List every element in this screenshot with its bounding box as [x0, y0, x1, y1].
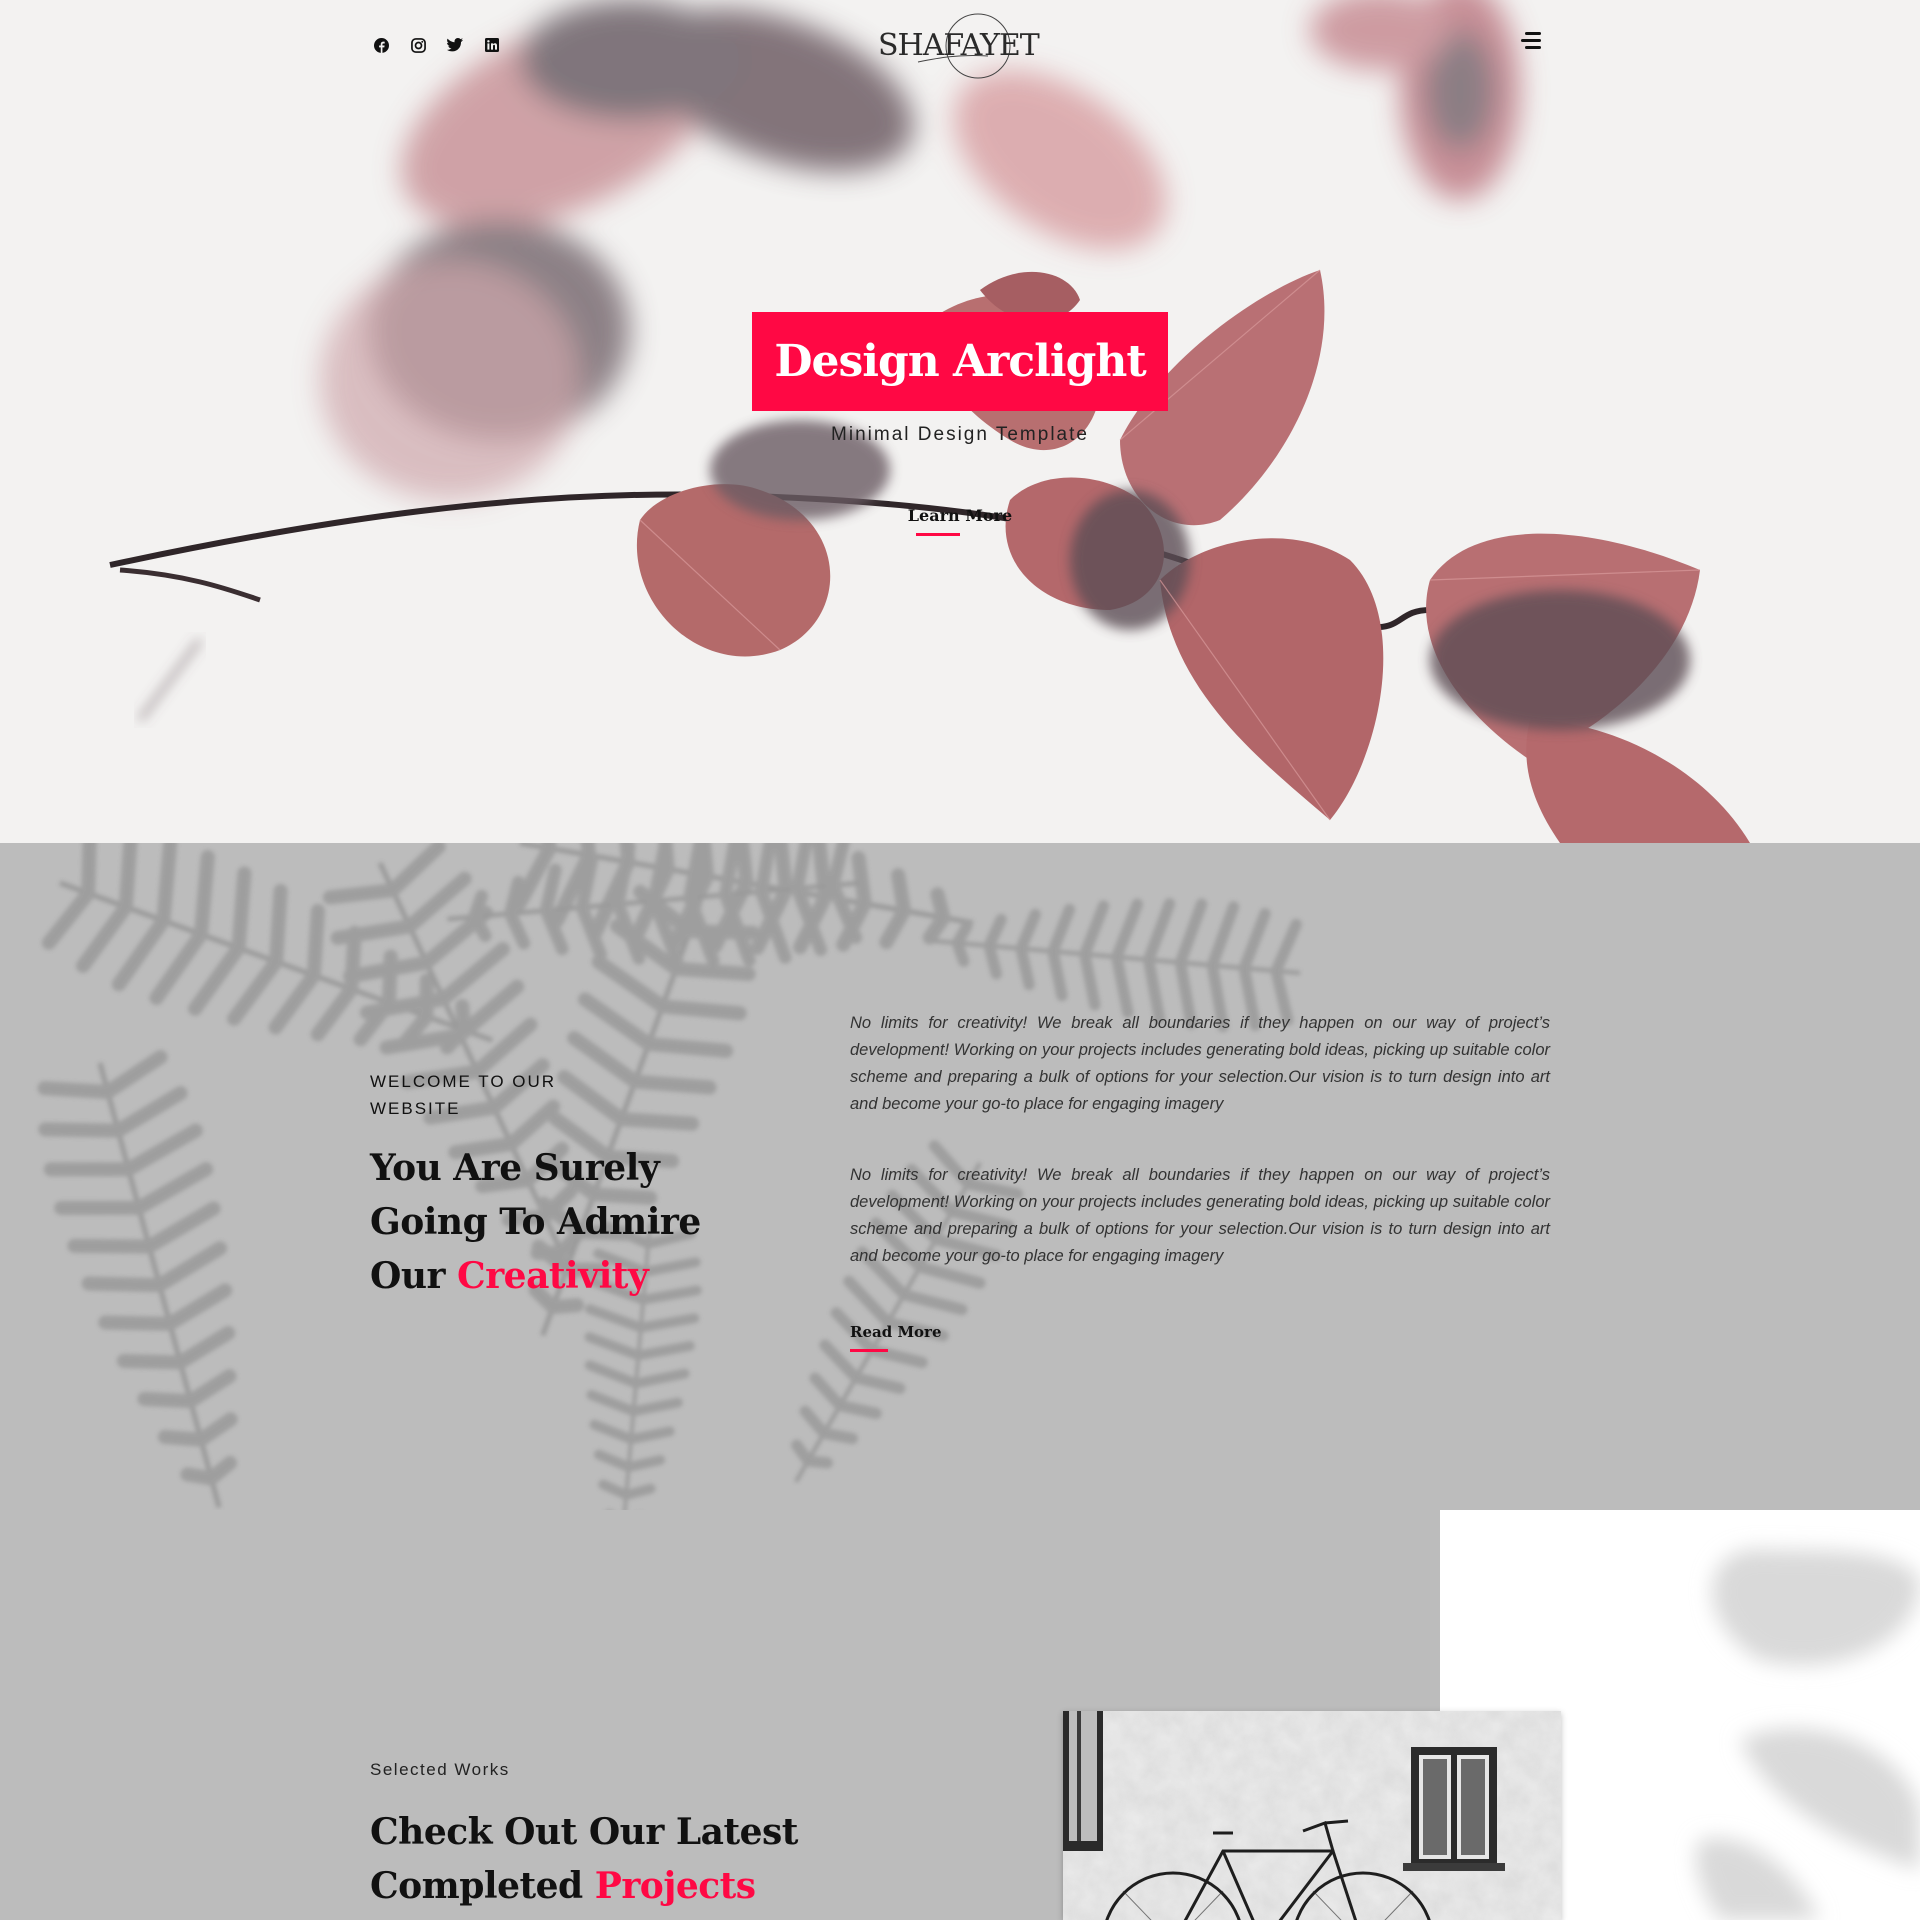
hero-title-box: Design Arclight — [752, 312, 1168, 411]
twitter-icon[interactable] — [446, 36, 464, 54]
hamburger-menu-icon[interactable] — [1521, 32, 1541, 52]
read-more-link[interactable]: Read More — [850, 1323, 942, 1341]
project-card-bicycle[interactable] — [1063, 1711, 1561, 1920]
instagram-icon[interactable] — [409, 36, 427, 54]
read-more-underline — [850, 1349, 888, 1352]
welcome-heading: You Are Surely Going To Admire Our Creat… — [370, 1141, 770, 1303]
works-label: Selected Works — [370, 1760, 510, 1779]
works-heading: Check Out Our Latest Completed Projects — [370, 1805, 870, 1913]
welcome-paragraph-2: No limits for creativity! We break all b… — [850, 1166, 1550, 1265]
welcome-heading-accent: Creativity — [457, 1255, 649, 1297]
works-heading-accent: Projects — [594, 1865, 756, 1907]
learn-more-link[interactable]: Learn More — [900, 506, 1020, 525]
site-logo[interactable]: SHAFAYET — [878, 8, 1040, 80]
welcome-section: WELCOME TO OUR WEBSITE You Are Surely Go… — [0, 843, 1920, 1510]
works-section: Selected Works Check Out Our Latest Comp… — [0, 1510, 1920, 1920]
welcome-eyebrow: WELCOME TO OUR WEBSITE — [370, 1072, 557, 1118]
hero-leaves-image — [109, 0, 1750, 843]
logo-text: SHAFAYET — [878, 28, 1040, 63]
hero-title: Design Arclight — [774, 336, 1146, 387]
facebook-icon[interactable] — [372, 36, 390, 54]
hero-subtitle: Minimal Design Template — [831, 424, 1089, 445]
linkedin-icon[interactable] — [483, 36, 501, 54]
bicycle-photo-image — [1063, 1711, 1561, 1920]
learn-more-underline — [916, 533, 960, 536]
site-header: SHAFAYET — [0, 0, 1920, 90]
social-links — [372, 36, 501, 54]
hero-section: SHAFAYET Design Arclight Minimal Design … — [0, 0, 1920, 843]
welcome-paragraph-1: No limits for creativity! We break all b… — [850, 1014, 1550, 1113]
